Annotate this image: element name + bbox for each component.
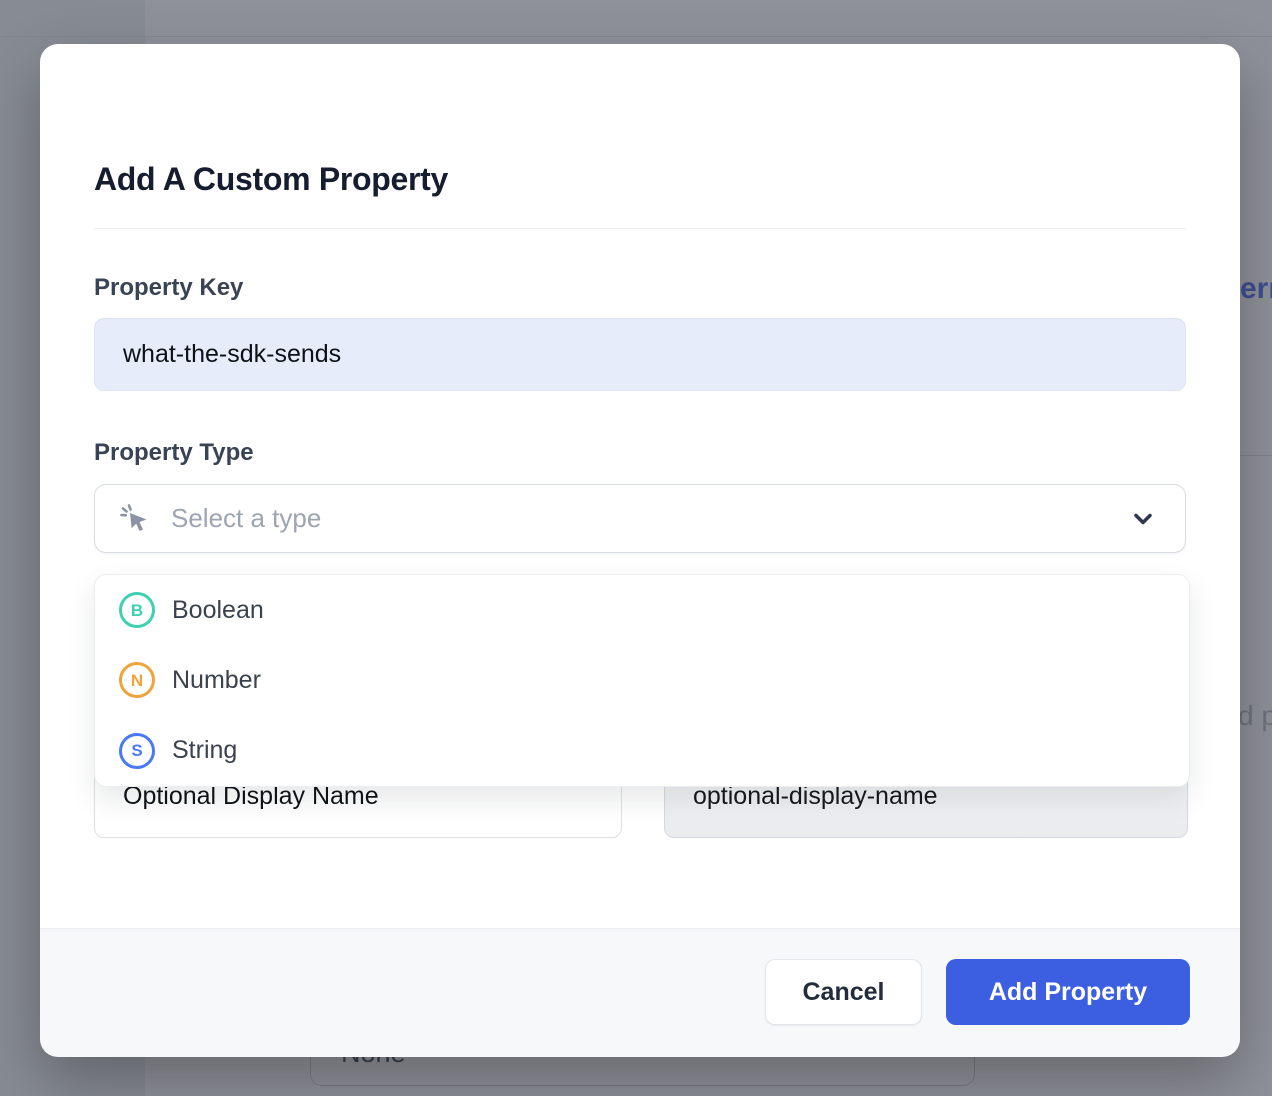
- type-option-label: String: [172, 736, 237, 765]
- type-option-string[interactable]: S String: [95, 716, 1189, 786]
- cancel-button[interactable]: Cancel: [765, 959, 922, 1025]
- title-divider: [94, 228, 1186, 229]
- type-option-label: Number: [172, 666, 261, 695]
- property-type-select[interactable]: Select a type: [94, 484, 1186, 553]
- add-custom-property-modal: Add A Custom Property Property Key Prope…: [40, 44, 1240, 1056]
- number-type-icon: N: [119, 662, 155, 698]
- property-key-label: Property Key: [94, 274, 243, 302]
- property-type-placeholder: Select a type: [171, 503, 1129, 534]
- chevron-down-icon: [1129, 505, 1157, 533]
- add-property-button[interactable]: Add Property: [946, 959, 1190, 1025]
- type-option-boolean[interactable]: B Boolean: [95, 575, 1189, 645]
- property-type-label: Property Type: [94, 439, 254, 467]
- modal-title: Add A Custom Property: [94, 161, 448, 198]
- property-type-dropdown: B Boolean N Number S String: [94, 574, 1190, 787]
- property-key-input[interactable]: [94, 318, 1186, 391]
- cursor-click-icon: [119, 502, 153, 536]
- type-option-number[interactable]: N Number: [95, 645, 1189, 715]
- boolean-type-icon: B: [119, 592, 155, 628]
- type-option-label: Boolean: [172, 596, 264, 625]
- string-type-icon: S: [119, 733, 155, 769]
- modal-footer: Cancel Add Property: [40, 928, 1240, 1057]
